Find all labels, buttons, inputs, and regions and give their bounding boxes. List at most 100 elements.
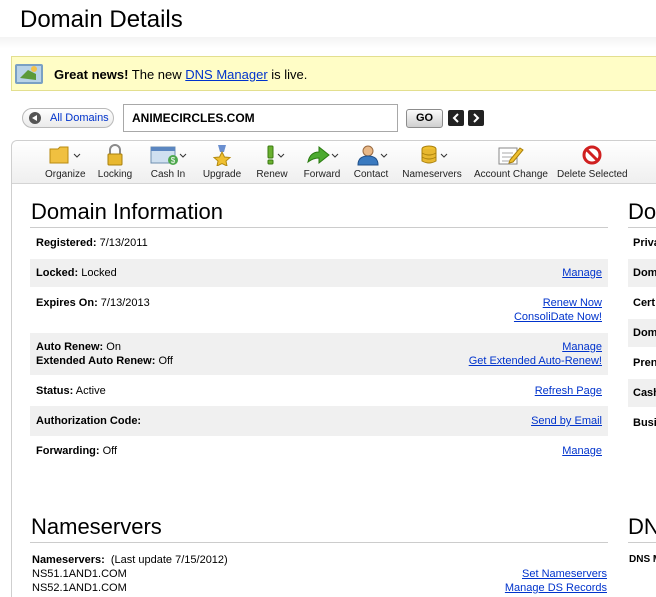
right-row-1-label: Priva bbox=[633, 237, 656, 249]
renew-label: Renew bbox=[256, 169, 288, 180]
set-nameservers-link[interactable]: Set Nameservers bbox=[522, 568, 607, 580]
expires-value: 7/13/2013 bbox=[97, 297, 150, 309]
renew-now-link[interactable]: Renew Now bbox=[543, 297, 602, 309]
auto-renew-manage-link[interactable]: Manage bbox=[562, 341, 602, 353]
locked-row: Locked: Locked Manage bbox=[30, 259, 608, 287]
renew-button[interactable]: Renew bbox=[255, 144, 289, 180]
right-row-4-label: Dom bbox=[633, 327, 656, 339]
chevron-left-icon bbox=[452, 113, 459, 123]
auto-renew-text: Auto Renew: On bbox=[36, 341, 121, 353]
contact-button[interactable]: Contact bbox=[352, 144, 390, 180]
status-text: Status: Active bbox=[36, 385, 106, 397]
consolidate-now-link[interactable]: ConsoliDate Now! bbox=[514, 311, 602, 323]
locked-label: Locked: bbox=[36, 267, 79, 279]
registered-row: Registered: 7/13/2011 bbox=[30, 230, 608, 256]
get-extended-auto-renew-link[interactable]: Get Extended Auto-Renew! bbox=[469, 355, 602, 367]
next-domain-button[interactable] bbox=[468, 110, 484, 126]
nameservers-icon bbox=[401, 144, 463, 166]
notice-text: Great news! The new DNS Manager is live. bbox=[54, 67, 307, 82]
extended-auto-renew-value: Off bbox=[155, 355, 173, 367]
previous-domain-button[interactable] bbox=[448, 110, 464, 126]
domain-information-heading: Domain Information bbox=[31, 199, 223, 224]
nameserver-1: NS51.1AND1.COM bbox=[32, 568, 127, 580]
locked-manage-link[interactable]: Manage bbox=[562, 267, 602, 279]
right-panel-heading: Do bbox=[628, 199, 656, 224]
domain-field[interactable]: ANIMECIRCLES.COM bbox=[123, 104, 398, 132]
nameservers-text: Nameservers: (Last update 7/15/2012) bbox=[32, 554, 228, 566]
delete-selected-label: Delete Selected bbox=[557, 169, 628, 180]
forwarding-manage-link[interactable]: Manage bbox=[562, 445, 602, 457]
folder-icon bbox=[45, 144, 85, 166]
upgrade-button[interactable]: Upgrade bbox=[202, 144, 242, 180]
dns-manager-link[interactable]: DNS Manager bbox=[185, 67, 267, 82]
cash-in-button[interactable]: $ Cash In bbox=[149, 144, 187, 180]
delete-icon bbox=[557, 144, 627, 166]
forwarding-text: Forwarding: Off bbox=[36, 445, 117, 457]
right-panel-divider bbox=[628, 227, 656, 228]
contact-label: Contact bbox=[353, 169, 389, 180]
notice-post: is live. bbox=[267, 67, 308, 82]
registered-value: 7/13/2011 bbox=[96, 237, 148, 249]
extended-auto-renew-text: Extended Auto Renew: Off bbox=[36, 355, 173, 367]
organize-label: Organize bbox=[45, 169, 86, 180]
nameservers-label: Nameservers bbox=[402, 169, 462, 180]
extended-auto-renew-label: Extended Auto Renew: bbox=[36, 355, 156, 367]
upgrade-label: Upgrade bbox=[202, 169, 242, 180]
auto-renew-value: On bbox=[103, 341, 121, 353]
locked-text: Locked: Locked bbox=[36, 267, 117, 279]
go-button[interactable]: GO bbox=[406, 109, 443, 128]
forward-button[interactable]: Forward bbox=[302, 144, 342, 180]
nameservers-button[interactable]: Nameservers bbox=[401, 144, 463, 180]
organize-button[interactable]: Organize bbox=[45, 144, 86, 180]
account-change-button[interactable]: Account Change bbox=[474, 144, 548, 180]
right-row-7: Busi bbox=[628, 410, 656, 436]
right-row-1: Priva bbox=[628, 230, 656, 256]
forward-arrow-icon bbox=[302, 144, 342, 166]
nameserver-2: NS52.1AND1.COM bbox=[32, 582, 127, 594]
right-row-6-label: Cash bbox=[633, 387, 656, 399]
forwarding-value: Off bbox=[99, 445, 118, 457]
toolbar: Organize Locking $ Cash In Upgrade Renew… bbox=[12, 141, 656, 184]
account-change-label: Account Change bbox=[474, 169, 548, 180]
all-domains-label: All Domains bbox=[50, 112, 109, 124]
nameservers-row: Nameservers: (Last update 7/15/2012) NS5… bbox=[26, 548, 608, 596]
right-row-3-label: Cert bbox=[633, 297, 656, 309]
manage-ds-records-link[interactable]: Manage DS Records bbox=[505, 582, 607, 594]
status-label: Status: bbox=[36, 385, 74, 397]
right-row-7-label: Busi bbox=[633, 417, 656, 429]
all-domains-button[interactable]: All Domains bbox=[22, 108, 114, 128]
refresh-page-link[interactable]: Refresh Page bbox=[535, 385, 602, 397]
cash-in-icon: $ bbox=[149, 144, 187, 166]
locking-button[interactable]: Locking bbox=[96, 144, 134, 180]
right-row-5-label: Pren bbox=[633, 357, 656, 369]
registered-label: Registered: bbox=[36, 237, 97, 249]
right-row-4: Dom bbox=[628, 319, 656, 347]
expires-row: Expires On: 7/13/2013 Renew Now ConsoliD… bbox=[30, 290, 608, 330]
right-row-2: Dom bbox=[628, 259, 656, 287]
dns-row-label: DNS M bbox=[629, 554, 656, 565]
header-divider bbox=[0, 37, 656, 49]
dns-panel-heading: DN bbox=[628, 514, 656, 539]
renew-icon bbox=[255, 144, 289, 166]
chevron-right-icon bbox=[473, 113, 480, 123]
locking-label: Locking bbox=[97, 169, 133, 180]
dns-panel-divider bbox=[628, 542, 656, 543]
status-row: Status: Active Refresh Page bbox=[30, 378, 608, 404]
locked-value: Locked bbox=[78, 267, 117, 279]
right-row-5: Pren bbox=[628, 350, 656, 376]
registered-text: Registered: 7/13/2011 bbox=[36, 237, 148, 249]
domain-information-divider bbox=[30, 227, 608, 228]
dns-row: DNS M bbox=[628, 548, 656, 568]
expires-label: Expires On: bbox=[36, 297, 98, 309]
lock-icon bbox=[96, 144, 134, 166]
send-by-email-link[interactable]: Send by Email bbox=[531, 415, 602, 427]
cash-in-label: Cash In bbox=[150, 169, 186, 180]
nameservers-last-update: (Last update 7/15/2012) bbox=[104, 554, 228, 566]
upgrade-icon bbox=[202, 144, 242, 167]
notice-pre: The new bbox=[128, 67, 186, 82]
megaphone-icon bbox=[14, 60, 44, 87]
authorization-code-text: Authorization Code: bbox=[36, 415, 141, 427]
account-change-icon bbox=[474, 144, 546, 166]
delete-selected-button[interactable]: Delete Selected bbox=[557, 144, 628, 180]
expires-text: Expires On: 7/13/2013 bbox=[36, 297, 150, 309]
